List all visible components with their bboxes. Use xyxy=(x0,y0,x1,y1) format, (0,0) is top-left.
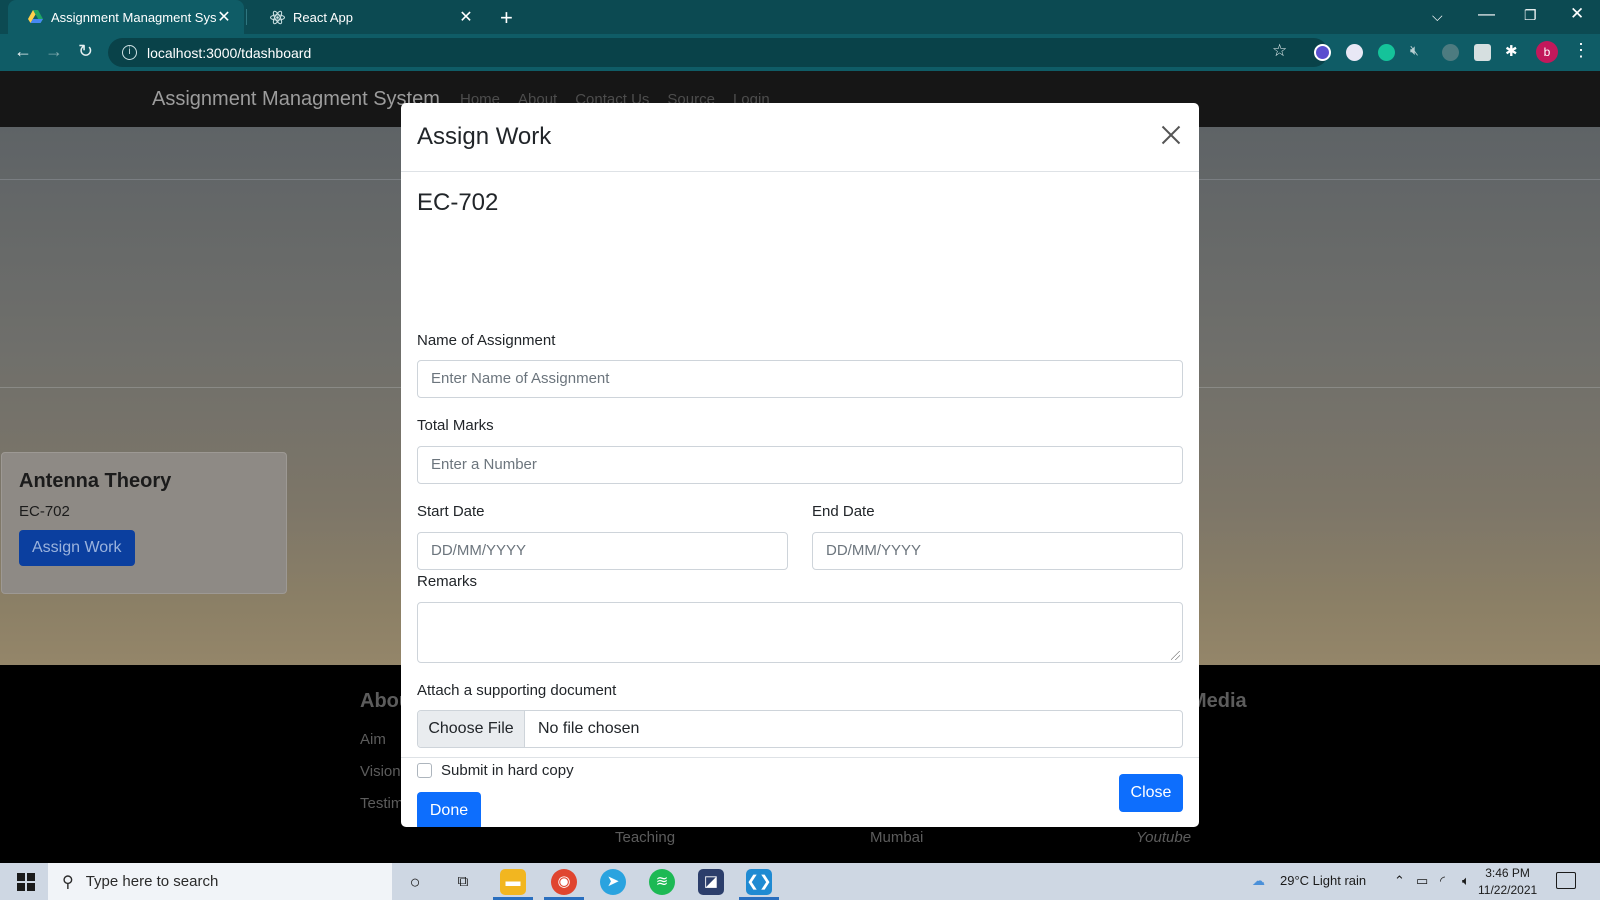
meet-now-icon[interactable]: ▭ xyxy=(1416,873,1428,889)
end-date-input[interactable]: DD/MM/YYYY xyxy=(812,532,1183,570)
attach-label: Attach a supporting document xyxy=(417,682,617,699)
browser-tab-strip: Assignment Managment System ✕ React App … xyxy=(0,0,1600,34)
extension-save-icon[interactable] xyxy=(1474,44,1491,61)
forward-icon[interactable]: → xyxy=(45,41,63,62)
window-close-icon[interactable]: ✕ xyxy=(1570,4,1584,24)
cortana-icon[interactable]: ○ xyxy=(402,869,428,895)
footer-link-teaching[interactable]: Teaching xyxy=(615,829,675,846)
extension-rocket-icon[interactable] xyxy=(1442,44,1459,61)
taskbar-clock[interactable]: 3:46 PM 11/22/2021 xyxy=(1478,865,1537,899)
name-label: Name of Assignment xyxy=(417,332,556,349)
course-title: Antenna Theory xyxy=(19,470,172,492)
app-icon[interactable]: ◪ xyxy=(698,869,724,895)
assign-work-modal: Assign Work EC-702 Name of Assignment En… xyxy=(401,103,1199,827)
file-status: No file chosen xyxy=(538,720,640,737)
assign-work-button[interactable]: Assign Work xyxy=(19,530,135,566)
footer-link-youtube[interactable]: Youtube xyxy=(1136,829,1191,846)
google-drive-icon xyxy=(28,10,43,23)
browser-menu-icon[interactable]: ⋮ xyxy=(1572,40,1590,61)
remarks-label: Remarks xyxy=(417,573,478,590)
taskbar-search-placeholder: Type here to search xyxy=(85,873,219,890)
extension-block-icon[interactable] xyxy=(1314,44,1331,61)
weather-icon: ☁ xyxy=(1252,873,1265,888)
tab-close-icon[interactable]: ✕ xyxy=(458,7,474,27)
windows-taskbar: ⚲ Type here to search ○ ⧉ ▬ ◉ ➤ ≋ ◪ ❮❯ ☁… xyxy=(0,863,1600,900)
volume-icon[interactable]: 🔈︎ xyxy=(1462,873,1470,889)
modal-header: Assign Work xyxy=(401,103,1199,172)
close-button[interactable]: Close xyxy=(1119,774,1183,812)
clock-date: 11/22/2021 xyxy=(1478,883,1538,897)
modal-footer: Close xyxy=(401,757,1199,827)
start-date-input[interactable]: DD/MM/YYYY xyxy=(417,532,788,570)
end-date-label: End Date xyxy=(812,503,875,520)
task-view-icon[interactable]: ⧉ xyxy=(450,869,476,895)
total-marks-input[interactable]: Enter a Number xyxy=(417,446,1183,484)
tab-close-icon[interactable]: ✕ xyxy=(216,7,232,27)
chrome-icon[interactable]: ◉ xyxy=(551,869,577,895)
tray-chevron-icon[interactable]: ⌃ xyxy=(1394,873,1405,889)
mute-tab-icon[interactable]: 🔇︎ xyxy=(1410,42,1427,59)
extension-toggle-icon[interactable] xyxy=(1346,44,1363,61)
modal-close-icon[interactable] xyxy=(1161,125,1181,145)
bookmark-star-icon[interactable]: ☆ xyxy=(1272,41,1287,61)
extensions-puzzle-icon[interactable]: ✱ xyxy=(1505,42,1522,60)
tab-react-app[interactable]: React App ✕ xyxy=(250,0,486,34)
taskbar-search[interactable]: ⚲ Type here to search xyxy=(48,863,392,900)
tab-title: Assignment Managment System xyxy=(51,9,216,25)
tab-title: React App xyxy=(293,9,353,25)
resize-grip-icon[interactable] xyxy=(1171,651,1180,660)
notification-icon[interactable] xyxy=(1556,872,1576,889)
modal-title: Assign Work xyxy=(417,123,552,150)
choose-file-button[interactable]: Choose File xyxy=(418,711,525,747)
start-date-label: Start Date xyxy=(417,503,485,520)
browser-toolbar: ← → ↻ i localhost:3000/tdashboard ☆ 🔇︎ ✱… xyxy=(0,34,1600,71)
tab-assignment-system[interactable]: Assignment Managment System ✕ xyxy=(8,0,244,34)
marks-label: Total Marks xyxy=(417,417,494,434)
vscode-icon[interactable]: ❮❯ xyxy=(746,869,772,895)
minimize-icon[interactable]: — xyxy=(1478,4,1495,24)
course-code: EC-702 xyxy=(19,503,70,520)
windows-start-icon[interactable] xyxy=(17,873,35,891)
footer-link-vision[interactable]: Vision xyxy=(360,763,401,780)
tab-search-icon[interactable]: ⌵ xyxy=(1432,8,1443,25)
clock-time: 3:46 PM xyxy=(1485,866,1530,880)
course-card: Antenna Theory EC-702 Assign Work xyxy=(1,452,287,594)
spotify-icon[interactable]: ≋ xyxy=(649,869,675,895)
restore-icon[interactable]: ❐ xyxy=(1524,7,1537,24)
network-icon[interactable]: ◜ xyxy=(1440,873,1445,889)
remarks-textarea[interactable] xyxy=(417,602,1183,663)
footer-link-mumbai[interactable]: Mumbai xyxy=(870,829,923,846)
telegram-icon[interactable]: ➤ xyxy=(600,869,626,895)
assignment-name-input[interactable]: Enter Name of Assignment xyxy=(417,360,1183,398)
file-explorer-icon[interactable]: ▬ xyxy=(500,869,526,895)
react-icon xyxy=(270,10,285,24)
grammarly-icon[interactable] xyxy=(1378,44,1395,61)
course-code-heading: EC-702 xyxy=(417,189,499,216)
footer-link-testimonials[interactable]: Testim xyxy=(360,795,403,812)
navbar-brand[interactable]: Assignment Managment System xyxy=(152,88,440,111)
profile-avatar[interactable]: b xyxy=(1536,41,1558,63)
new-tab-icon[interactable]: + xyxy=(500,5,513,31)
url-text: localhost:3000/tdashboard xyxy=(147,44,312,61)
tab-divider xyxy=(246,9,247,25)
address-bar[interactable]: i localhost:3000/tdashboard xyxy=(108,38,1328,67)
site-info-icon[interactable]: i xyxy=(122,45,137,60)
back-icon[interactable]: ← xyxy=(14,41,32,62)
file-input[interactable]: Choose File No file chosen xyxy=(417,710,1183,748)
weather-text[interactable]: 29°C Light rain xyxy=(1280,873,1366,888)
footer-link-aim[interactable]: Aim xyxy=(360,731,386,748)
reload-icon[interactable]: ↻ xyxy=(78,41,93,62)
search-icon: ⚲ xyxy=(62,873,74,891)
